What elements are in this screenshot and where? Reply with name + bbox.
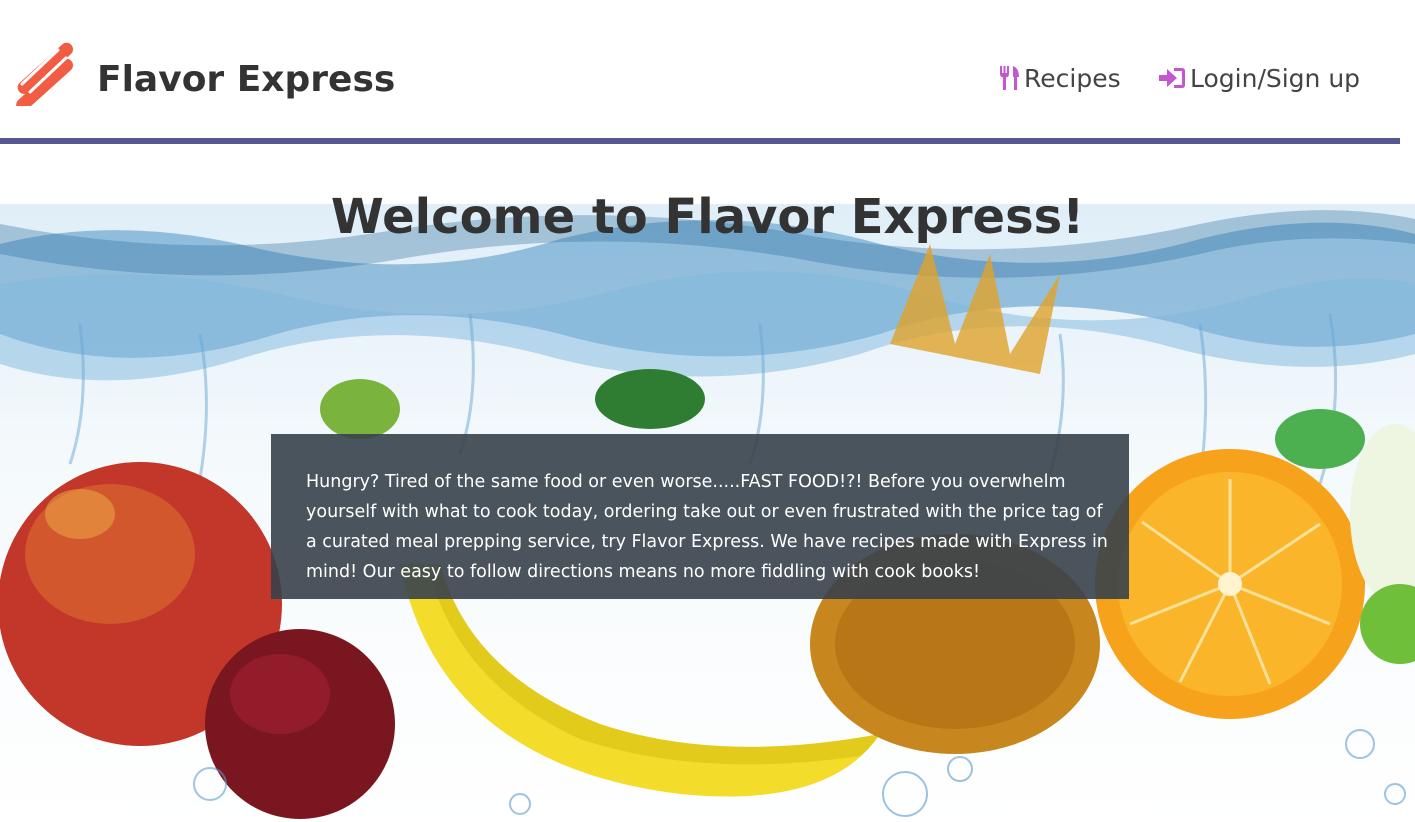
intro-panel: Hungry? Tired of the same food or even w… — [271, 434, 1129, 599]
nav-recipes-label: Recipes — [1024, 63, 1121, 93]
intro-text: Hungry? Tired of the same food or even w… — [306, 472, 1108, 582]
sign-in-icon — [1158, 66, 1186, 90]
brand-title[interactable]: Flavor Express — [97, 56, 395, 104]
site-header: Flavor Express Recipes Login/Sign up — [0, 0, 1400, 138]
nav-login-label: Login/Sign up — [1190, 63, 1361, 93]
page: Flavor Express Recipes Login/Sign up Wel… — [0, 0, 1415, 822]
nav-login-signup-link[interactable]: Login/Sign up — [1158, 60, 1360, 96]
hotdog-logo-icon[interactable] — [12, 40, 78, 112]
nav-recipes-link[interactable]: Recipes — [998, 60, 1121, 96]
header-divider — [0, 138, 1400, 144]
utensils-icon — [998, 65, 1020, 91]
welcome-heading: Welcome to Flavor Express! — [330, 189, 1085, 246]
